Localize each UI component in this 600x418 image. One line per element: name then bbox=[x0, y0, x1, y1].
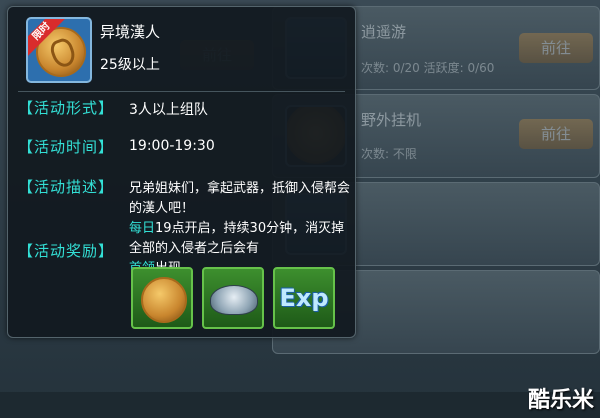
reward-slot[interactable]: Exp bbox=[273, 267, 335, 329]
bg-card-title: 野外挂机 bbox=[361, 111, 422, 129]
divider bbox=[18, 91, 345, 92]
silver-ingot-icon bbox=[210, 285, 258, 315]
description-line: 19点开启，持续30分钟，消灭掉全部的入侵者之后会有 bbox=[129, 221, 345, 256]
description-label: 【活动描述】 bbox=[18, 178, 115, 196]
highlight-daily: 每日 bbox=[129, 221, 156, 236]
reward-label: 【活动奖励】 bbox=[18, 242, 115, 260]
bottom-bar bbox=[0, 392, 600, 418]
activity-icon: 限时 bbox=[26, 17, 92, 83]
reward-slot[interactable] bbox=[131, 267, 193, 329]
exp-icon: Exp bbox=[279, 284, 329, 312]
level-requirement: 25级以上 bbox=[100, 57, 160, 73]
activity-name: 异境漢人 bbox=[100, 23, 161, 41]
bg-goto-button[interactable]: 前往 bbox=[519, 119, 593, 149]
time-label: 【活动时间】 bbox=[18, 138, 115, 156]
bg-card-sub: 次数: 不限 bbox=[361, 147, 417, 161]
activity-detail-popup: 限时 异境漢人 25级以上 【活动形式】 3人以上组队 【活动时间】 19:00… bbox=[7, 6, 356, 338]
description-text: 兄弟姐妹们，拿起武器，抵御入侵帮会的漢人吧！ 每日19点开启，持续30分钟，消灭… bbox=[129, 179, 351, 279]
reward-slot[interactable] bbox=[202, 267, 264, 329]
description-line: 兄弟姐妹们，拿起武器，抵御入侵帮会的漢人吧！ bbox=[129, 181, 351, 216]
bg-card-sub: 次数: 0/20 活跃度: 0/60 bbox=[361, 61, 495, 75]
form-label: 【活动形式】 bbox=[18, 99, 115, 117]
bg-card-title: 逍遥游 bbox=[361, 23, 407, 41]
coin-icon bbox=[141, 277, 187, 323]
time-value: 19:00-19:30 bbox=[129, 138, 215, 154]
form-value: 3人以上组队 bbox=[129, 102, 208, 118]
bg-goto-button[interactable]: 前往 bbox=[519, 33, 593, 63]
watermark: 酷乐米 bbox=[527, 388, 594, 413]
